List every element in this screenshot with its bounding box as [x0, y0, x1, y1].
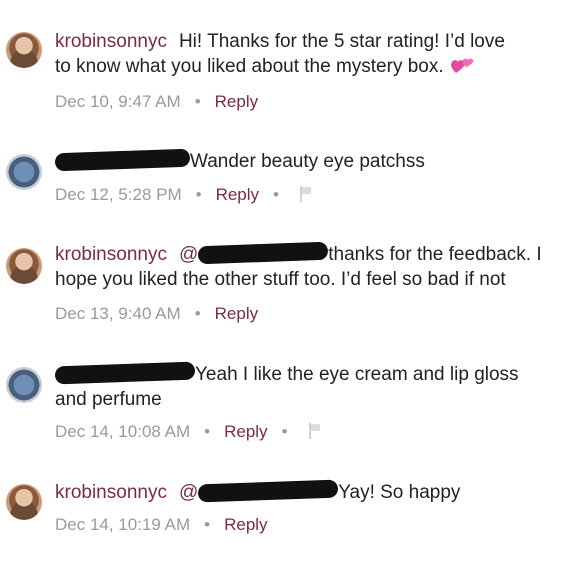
- comment-text: Wander beauty eye patchss: [190, 151, 425, 172]
- mention-prefix[interactable]: @: [179, 244, 198, 265]
- comment-text: hope you liked the other stuff too. I’d …: [55, 269, 506, 290]
- reply-button[interactable]: Reply: [215, 304, 258, 323]
- comment-text: to know what you liked about the mystery…: [55, 56, 444, 77]
- separator: •: [204, 515, 211, 534]
- reply-button[interactable]: Reply: [224, 422, 267, 441]
- timestamp: Dec 12, 5:28 PM: [55, 185, 182, 204]
- username-link[interactable]: krobinsonnyc: [55, 31, 167, 52]
- avatar[interactable]: [6, 484, 42, 520]
- timestamp: Dec 13, 9:40 AM: [55, 304, 181, 323]
- redacted-mention: [197, 241, 329, 265]
- redacted-username: [54, 361, 196, 385]
- separator: •: [204, 422, 211, 441]
- comment-body: Wander beauty eye patchss: [54, 148, 580, 174]
- comment-text: Yeah I like the eye cream and lip gloss: [195, 364, 519, 385]
- comment-thread: krobinsonnyc Hi! Thanks for the 5 star ra…: [0, 0, 580, 580]
- avatar[interactable]: [6, 32, 42, 68]
- comment-meta: Dec 13, 9:40 AM • Reply: [55, 304, 258, 324]
- reply-button[interactable]: Reply: [215, 92, 258, 111]
- flag-icon[interactable]: [308, 423, 322, 439]
- comment-body: krobinsonnyc @ Yay! So happy: [55, 479, 580, 505]
- comment-text: thanks for the feedback. I: [328, 244, 542, 265]
- comment-body: krobinsonnyc @ thanks for the feedback. I …: [55, 241, 580, 292]
- username-link[interactable]: krobinsonnyc: [55, 244, 167, 265]
- separator: •: [194, 304, 201, 323]
- username-link[interactable]: krobinsonnyc: [55, 482, 167, 503]
- reply-button[interactable]: Reply: [224, 515, 267, 534]
- flag-icon[interactable]: [299, 186, 313, 202]
- redacted-username: [54, 148, 191, 172]
- comment-meta: Dec 12, 5:28 PM • Reply •: [55, 185, 313, 205]
- separator: •: [194, 92, 201, 111]
- two-hearts-icon: [450, 55, 474, 75]
- comment-body: Yeah I like the eye cream and lip gloss …: [54, 361, 580, 412]
- timestamp: Dec 14, 10:19 AM: [55, 515, 191, 534]
- timestamp: Dec 10, 9:47 AM: [55, 92, 181, 111]
- reply-button[interactable]: Reply: [216, 185, 259, 204]
- mention-prefix[interactable]: @: [179, 482, 198, 503]
- comment-meta: Dec 10, 9:47 AM • Reply: [55, 92, 258, 112]
- timestamp: Dec 14, 10:08 AM: [55, 422, 191, 441]
- avatar[interactable]: [6, 248, 42, 284]
- redacted-mention: [197, 479, 339, 503]
- comment-meta: Dec 14, 10:08 AM • Reply •: [55, 422, 322, 442]
- comment-text: and perfume: [55, 389, 162, 410]
- avatar[interactable]: [6, 367, 42, 403]
- comment-meta: Dec 14, 10:19 AM • Reply: [55, 515, 268, 535]
- separator: •: [281, 422, 288, 441]
- comment-text: Yay! So happy: [338, 482, 461, 503]
- avatar[interactable]: [6, 154, 42, 190]
- separator: •: [195, 185, 202, 204]
- separator: •: [273, 185, 279, 204]
- comment-body: krobinsonnyc Hi! Thanks for the 5 star ra…: [55, 29, 580, 79]
- comment-text: Hi! Thanks for the 5 star rating! I’d lo…: [178, 31, 505, 52]
